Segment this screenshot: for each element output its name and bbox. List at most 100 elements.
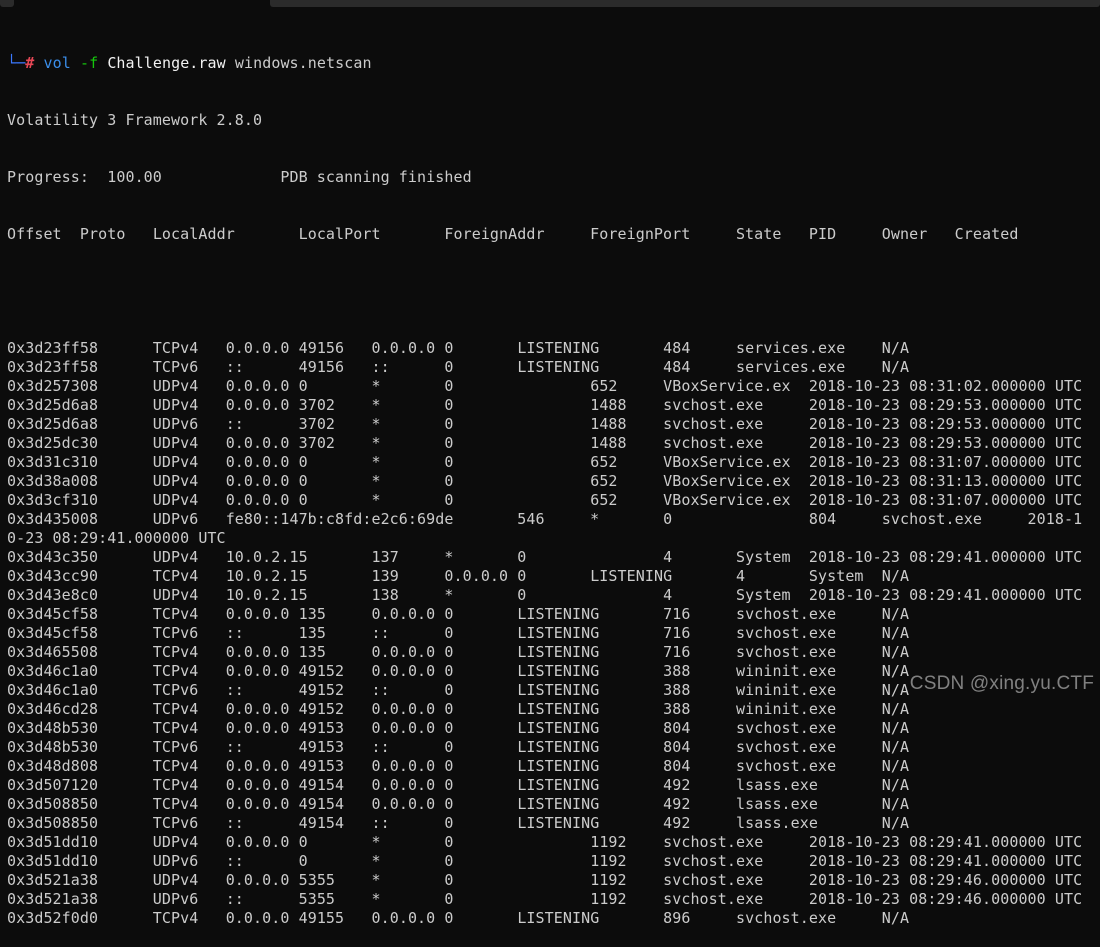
tab-spacing	[98, 434, 153, 452]
foreign-addr-cell: 0.0.0.0	[371, 339, 436, 357]
owner-cell: System	[735, 586, 791, 604]
tab-spacing	[454, 548, 518, 566]
tab-spacing	[690, 719, 736, 737]
tab-spacing	[381, 890, 445, 908]
state-cell: LISTENING	[517, 719, 600, 737]
local-addr-cell: 10.0.2.15	[225, 548, 308, 566]
tab-spacing	[308, 491, 372, 509]
tab-spacing	[289, 472, 298, 490]
tab-spacing	[344, 738, 371, 756]
pid-cell: 804	[808, 510, 837, 528]
created-cell: 2018-10-23 08:29:41.000000 UTC	[808, 548, 1083, 566]
tab-spacing	[98, 358, 153, 376]
tab-spacing	[289, 643, 298, 661]
tab-spacing	[454, 491, 518, 509]
tab-spacing	[836, 757, 882, 775]
tab-spacing	[289, 434, 298, 452]
tab-spacing	[335, 396, 371, 414]
pid-cell: 492	[663, 795, 691, 813]
local-addr-cell: 0.0.0.0	[225, 605, 290, 623]
table-row: 0x3d43cc90 TCPv4 10.0.2.15 139 0.0.0.0 0…	[7, 567, 1100, 586]
tab-spacing	[836, 909, 882, 927]
local-addr-cell: 0.0.0.0	[225, 453, 290, 471]
local-addr-cell: ::	[225, 624, 244, 642]
local-addr-cell: 0.0.0.0	[225, 472, 290, 490]
tab-spacing	[244, 624, 299, 642]
tab-spacing	[791, 472, 809, 490]
tab-spacing	[390, 681, 445, 699]
state-cell: LISTENING	[517, 339, 600, 357]
tab-spacing	[344, 795, 371, 813]
created-cell: N/A	[881, 624, 910, 642]
tab-spacing	[344, 909, 371, 927]
command-plugin-arg: windows.netscan	[234, 54, 372, 72]
pid-cell: 1192	[590, 890, 627, 908]
local-port-cell: 0	[298, 472, 308, 490]
tab-spacing	[454, 605, 518, 623]
window-tab[interactable]	[270, 0, 1100, 7]
tab-spacing	[599, 757, 663, 775]
offset-cell: 0x3d43e8c0	[7, 586, 99, 604]
local-port-cell: 0	[298, 453, 308, 471]
window-tab-strip	[0, 0, 1100, 8]
window-tab[interactable]	[0, 0, 14, 7]
local-port-cell: 49155	[298, 909, 345, 927]
foreign-addr-cell: *	[444, 586, 454, 604]
terminal-output[interactable]: └─# vol -f Challenge.raw windows.netscan…	[7, 16, 1100, 927]
local-addr-cell: 0.0.0.0	[225, 377, 290, 395]
tab-spacing	[198, 472, 225, 490]
offset-cell: 0x3d46c1a0	[7, 662, 99, 680]
tab-spacing	[399, 586, 445, 604]
pid-cell: 716	[663, 605, 691, 623]
tab-spacing	[454, 472, 518, 490]
tab-spacing	[244, 415, 299, 433]
tab-spacing	[98, 852, 153, 870]
created-cell: 2018-10-23 08:29:41.000000 UTC	[808, 586, 1083, 604]
column-header: PID	[808, 225, 837, 243]
owner-cell: VBoxService.ex	[663, 453, 791, 471]
progress-line: Progress: 100.00 PDB scanning finished	[7, 168, 1100, 187]
tab-spacing	[198, 871, 225, 889]
tab-spacing	[599, 510, 663, 528]
pid-cell: 716	[663, 643, 691, 661]
proto-cell: UDPv4	[152, 491, 199, 509]
netscan-table-body: 0x3d23ff58 TCPv4 0.0.0.0 49156 0.0.0.0 0…	[7, 339, 1100, 928]
foreign-addr-cell: ::	[371, 738, 390, 756]
tab-spacing	[381, 415, 445, 433]
foreign-addr-cell: *	[371, 396, 381, 414]
proto-cell: TCPv4	[152, 662, 199, 680]
owner-cell: VBoxService.ex	[663, 472, 791, 490]
column-header: Created	[954, 225, 1019, 243]
local-addr-cell: 10.0.2.15	[225, 586, 308, 604]
offset-cell: 0x3d51dd10	[7, 852, 99, 870]
local-port-cell: 49156	[298, 339, 345, 357]
local-addr-cell: ::	[225, 358, 244, 376]
tab-spacing	[326, 605, 372, 623]
tab-spacing	[590, 586, 663, 604]
tab-spacing	[381, 871, 445, 889]
local-addr-cell: 0.0.0.0	[225, 833, 290, 851]
tab-spacing	[454, 738, 518, 756]
table-row: 0x3d52f0d0 TCPv4 0.0.0.0 49155 0.0.0.0 0…	[7, 909, 1100, 928]
tab-spacing	[845, 358, 881, 376]
foreign-port-cell: 0	[444, 833, 454, 851]
tab-spacing	[690, 681, 736, 699]
created-cell: N/A	[881, 662, 910, 680]
tab-spacing	[198, 434, 225, 452]
foreign-addr-cell: 0.0.0.0	[444, 567, 509, 585]
pid-cell: 716	[663, 624, 691, 642]
local-port-cell: 49153	[298, 757, 345, 775]
foreign-addr-cell: ::	[371, 358, 390, 376]
proto-cell: UDPv6	[152, 852, 199, 870]
tab-spacing	[344, 757, 371, 775]
offset-cell: 0x3d46c1a0	[7, 681, 99, 699]
local-addr-cell: 0.0.0.0	[225, 719, 290, 737]
owner-cell: svchost.exe	[663, 871, 764, 889]
foreign-port-cell: 0	[444, 776, 454, 794]
proto-cell: UDPv4	[152, 548, 199, 566]
local-port-cell: 49152	[298, 681, 345, 699]
tab-spacing	[98, 662, 153, 680]
tab-spacing	[791, 453, 809, 471]
tab-spacing	[836, 681, 882, 699]
tab-spacing	[198, 358, 225, 376]
